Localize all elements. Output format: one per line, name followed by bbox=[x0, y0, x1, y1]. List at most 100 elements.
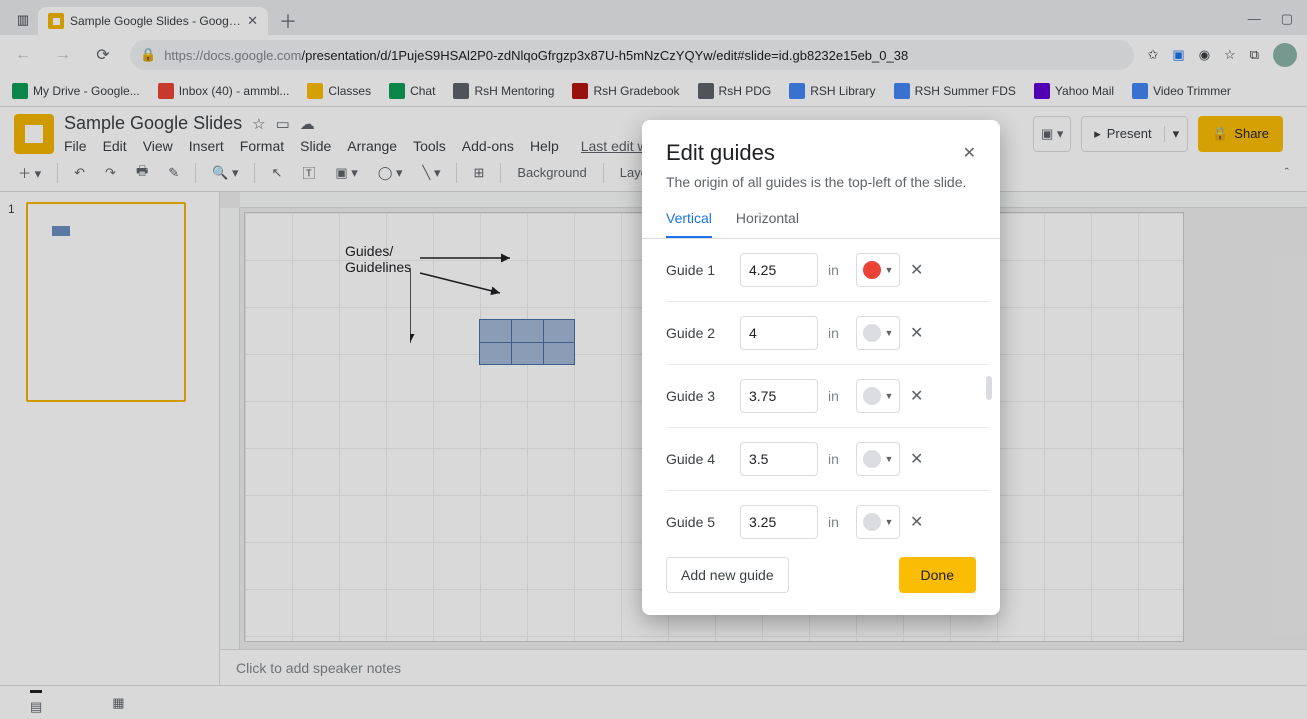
color-swatch-icon bbox=[863, 387, 881, 405]
bookmark-item[interactable]: Video Trimmer bbox=[1132, 83, 1231, 99]
background-button[interactable]: Background bbox=[511, 161, 592, 184]
cloud-status-icon[interactable]: ☁ bbox=[300, 115, 315, 133]
menu-format[interactable]: Format bbox=[240, 138, 284, 154]
slides-favicon-icon bbox=[48, 13, 64, 29]
shape-tool[interactable]: ◯ ▾ bbox=[372, 161, 409, 185]
bookmark-item[interactable]: RSH Summer FDS bbox=[894, 83, 1016, 99]
present-dropdown-button[interactable]: ▾ bbox=[1164, 126, 1188, 142]
image-tool[interactable]: ▣ ▾ bbox=[329, 161, 363, 185]
close-tab-icon[interactable]: ✕ bbox=[247, 13, 258, 29]
slide-thumbnail[interactable]: 1 bbox=[0, 198, 219, 406]
minimize-button[interactable]: — bbox=[1248, 11, 1261, 27]
share-button[interactable]: 🔒 Share bbox=[1198, 116, 1283, 152]
guide-delete-button[interactable]: ✕ bbox=[910, 386, 923, 406]
print-button[interactable]: 🖶 bbox=[130, 158, 154, 188]
select-tool[interactable]: ↖ bbox=[265, 161, 288, 185]
guide-position-input[interactable] bbox=[740, 379, 818, 413]
guide-color-picker[interactable]: ▼ bbox=[856, 442, 900, 476]
browser-tab[interactable]: Sample Google Slides - Google S ✕ bbox=[38, 7, 268, 35]
bookmark-item[interactable]: RsH Gradebook bbox=[572, 83, 679, 99]
dialog-close-button[interactable]: ✕ bbox=[963, 143, 976, 163]
guide-position-input[interactable] bbox=[740, 505, 818, 539]
guide-position-input[interactable] bbox=[740, 442, 818, 476]
filmstrip-view-button[interactable]: ▤ bbox=[30, 690, 42, 715]
tab-horizontal[interactable]: Horizontal bbox=[736, 200, 799, 238]
document-name[interactable]: Sample Google Slides bbox=[64, 113, 242, 134]
menu-addons[interactable]: Add-ons bbox=[462, 138, 514, 154]
tab-overview-button[interactable]: ▥ bbox=[8, 5, 38, 35]
slides-logo-icon[interactable] bbox=[14, 114, 54, 154]
menu-edit[interactable]: Edit bbox=[103, 138, 127, 154]
guide-color-picker[interactable]: ▼ bbox=[856, 379, 900, 413]
guide-list[interactable]: Guide 1in▼✕Guide 2in▼✕Guide 3in▼✕Guide 4… bbox=[642, 239, 1000, 539]
bookmark-item[interactable]: Chat bbox=[389, 83, 435, 99]
chrome-icon[interactable]: ◉ bbox=[1199, 47, 1210, 63]
bookmark-item[interactable]: Yahoo Mail bbox=[1034, 83, 1114, 99]
bookmark-favicon-icon bbox=[894, 83, 910, 99]
guide-position-input[interactable] bbox=[740, 316, 818, 350]
guide-delete-button[interactable]: ✕ bbox=[910, 323, 923, 343]
move-icon[interactable]: ▭ bbox=[276, 115, 290, 133]
bookmark-item[interactable]: RsH PDG bbox=[698, 83, 772, 99]
bookmark-star-icon[interactable]: ✩ bbox=[1148, 47, 1159, 63]
reload-button[interactable]: ⟳ bbox=[90, 45, 116, 65]
maximize-button[interactable]: ▢ bbox=[1281, 11, 1293, 27]
paint-format-button[interactable]: ✎ bbox=[162, 161, 185, 185]
add-new-guide-button[interactable]: Add new guide bbox=[666, 557, 789, 593]
menu-slide[interactable]: Slide bbox=[300, 138, 331, 154]
star-icon[interactable]: ☆ bbox=[252, 115, 265, 133]
collapse-toolbar-button[interactable]: ˆ bbox=[1279, 161, 1295, 184]
profile-avatar[interactable] bbox=[1273, 43, 1297, 67]
menu-tools[interactable]: Tools bbox=[413, 138, 446, 154]
grid-view-button[interactable]: ▦ bbox=[112, 695, 124, 711]
lock-icon: 🔒 bbox=[140, 47, 156, 63]
url-field[interactable]: 🔒 https://docs.google.com/presentation/d… bbox=[130, 40, 1134, 70]
new-tab-button[interactable]: ＋ bbox=[274, 7, 302, 35]
bookmark-item[interactable]: RsH Mentoring bbox=[453, 83, 554, 99]
vertical-ruler[interactable] bbox=[220, 208, 240, 708]
dialog-scrollbar[interactable] bbox=[986, 376, 992, 400]
guide-delete-button[interactable]: ✕ bbox=[910, 449, 923, 469]
bookmark-item[interactable]: Inbox (40) - ammbl... bbox=[158, 83, 290, 99]
zoom-button[interactable]: 🔍 ▾ bbox=[206, 161, 244, 185]
favorites-icon[interactable]: ☆ bbox=[1224, 47, 1236, 63]
menu-help[interactable]: Help bbox=[530, 138, 559, 154]
guide-delete-button[interactable]: ✕ bbox=[910, 260, 923, 280]
menu-insert[interactable]: Insert bbox=[189, 138, 224, 154]
present-button[interactable]: ▸Present ▾ bbox=[1081, 116, 1188, 152]
last-edit-link[interactable]: Last edit w bbox=[581, 138, 648, 154]
redo-button[interactable]: ↷ bbox=[99, 161, 122, 185]
guide-row: Guide 5in▼✕ bbox=[666, 491, 990, 539]
browser-chrome: ▥ Sample Google Slides - Google S ✕ ＋ — … bbox=[0, 0, 1307, 107]
menu-arrange[interactable]: Arrange bbox=[347, 138, 397, 154]
bookmark-item[interactable]: My Drive - Google... bbox=[12, 83, 140, 99]
bookmark-favicon-icon bbox=[12, 83, 28, 99]
bookmark-item[interactable]: RSH Library bbox=[789, 83, 875, 99]
forward-button[interactable]: → bbox=[50, 46, 76, 64]
menu-file[interactable]: File bbox=[64, 138, 87, 154]
guide-color-picker[interactable]: ▼ bbox=[856, 253, 900, 287]
new-slide-button[interactable]: ＋ ▾ bbox=[12, 159, 47, 186]
guide-delete-button[interactable]: ✕ bbox=[910, 512, 923, 532]
annotation-text: Guides/ Guidelines bbox=[345, 243, 411, 275]
undo-button[interactable]: ↶ bbox=[68, 161, 91, 185]
cast-icon[interactable]: ▣ bbox=[1172, 47, 1184, 63]
slideshow-settings-button[interactable]: ▣ ▾ bbox=[1033, 116, 1071, 152]
done-button[interactable]: Done bbox=[899, 557, 976, 593]
speaker-notes[interactable]: Click to add speaker notes bbox=[220, 649, 1307, 685]
guide-color-picker[interactable]: ▼ bbox=[856, 316, 900, 350]
guide-position-input[interactable] bbox=[740, 253, 818, 287]
menu-view[interactable]: View bbox=[143, 138, 173, 154]
bookmark-label: My Drive - Google... bbox=[33, 84, 140, 98]
textbox-tool[interactable]: 🅃 bbox=[296, 159, 321, 186]
bookmark-item[interactable]: Classes bbox=[307, 83, 371, 99]
collections-icon[interactable]: ⧉ bbox=[1250, 47, 1259, 63]
dialog-description: The origin of all guides is the top-left… bbox=[642, 174, 1000, 200]
guide-color-picker[interactable]: ▼ bbox=[856, 505, 900, 539]
url-text: https://docs.google.com/presentation/d/1… bbox=[164, 48, 908, 63]
comment-button[interactable]: ⊞ bbox=[467, 161, 490, 185]
tab-vertical[interactable]: Vertical bbox=[666, 200, 712, 238]
back-button[interactable]: ← bbox=[10, 46, 36, 64]
line-tool[interactable]: ╲ ▾ bbox=[417, 161, 447, 185]
tab-title: Sample Google Slides - Google S bbox=[70, 14, 241, 28]
